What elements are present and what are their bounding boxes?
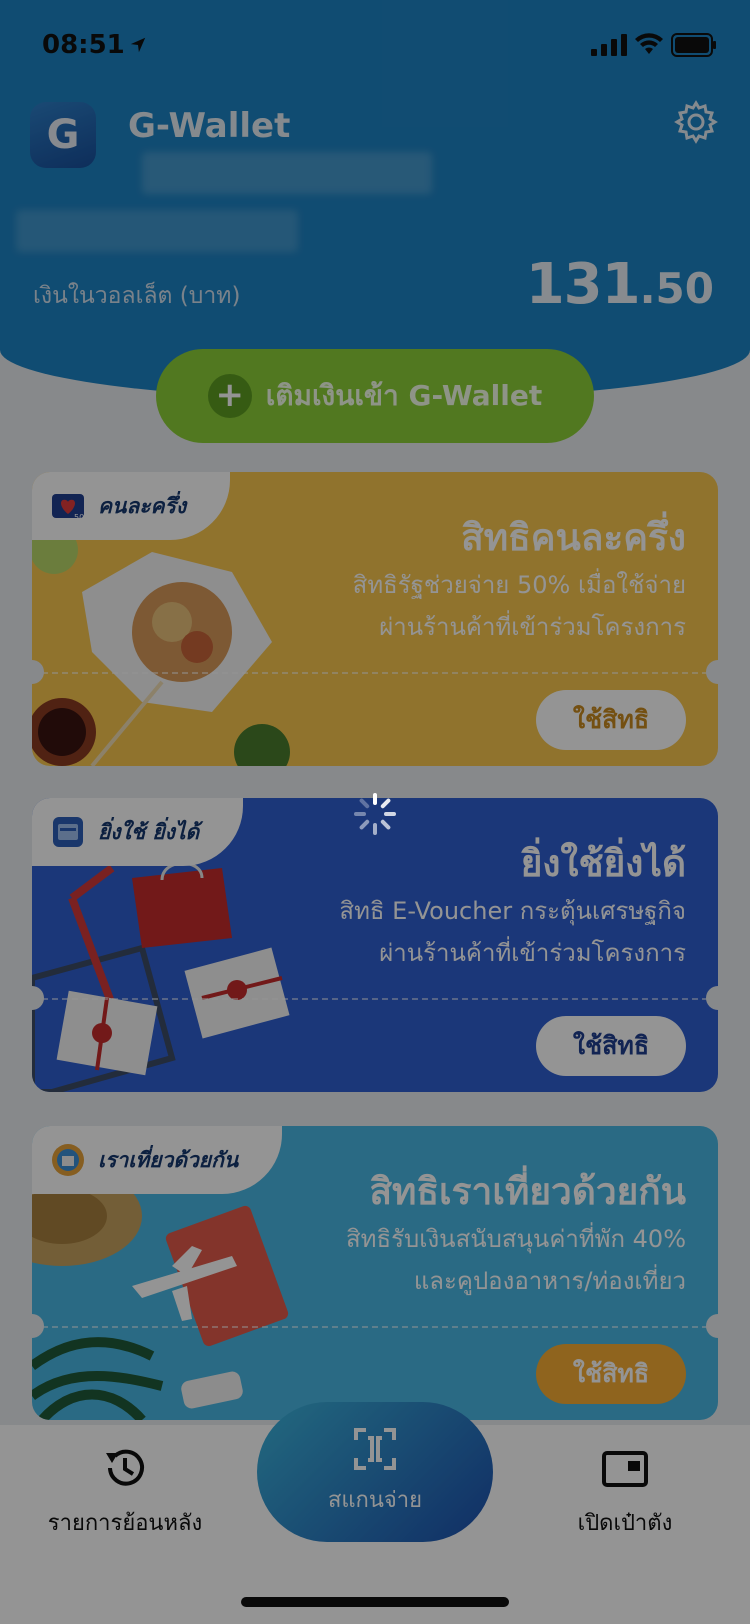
- loading-spinner-icon: [354, 793, 396, 835]
